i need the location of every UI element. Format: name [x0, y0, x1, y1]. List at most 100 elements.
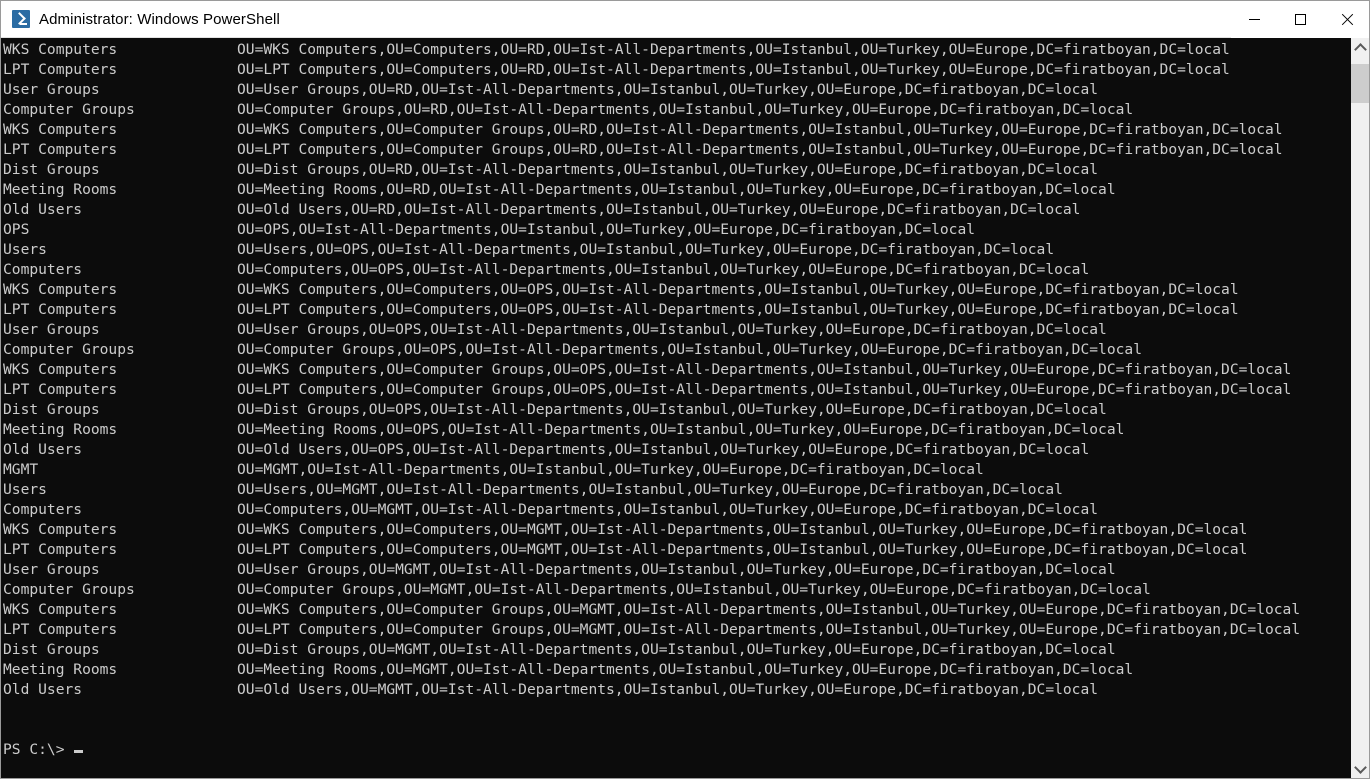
minimize-icon [1248, 18, 1260, 20]
console-line: Computer Groups OU=Computer Groups,OU=MGM… [3, 580, 1350, 600]
console-line: User Groups OU=User Groups,OU=MGMT,OU=Ist… [3, 560, 1350, 580]
console-line: Computer Groups OU=Computer Groups,OU=RD,… [3, 100, 1350, 120]
distinguished-name-cell: OU=LPT Computers,OU=Computer Groups,OU=M… [237, 621, 1301, 638]
ou-name-cell: Computer Groups [3, 101, 135, 118]
distinguished-name-cell: OU=Dist Groups,OU=RD,OU=Ist-All-Departme… [237, 161, 1099, 178]
ou-name-cell: LPT Computers [3, 381, 118, 398]
console-line: LPT Computers OU=LPT Computers,OU=Compute… [3, 300, 1350, 320]
powershell-icon [12, 10, 30, 28]
distinguished-name-cell: OU=Dist Groups,OU=OPS,OU=Ist-All-Departm… [237, 401, 1107, 418]
console-line: WKS Computers OU=WKS Computers,OU=Compute… [3, 280, 1350, 300]
console-line: LPT Computers OU=LPT Computers,OU=Compute… [3, 140, 1350, 160]
distinguished-name-cell: OU=User Groups,OU=MGMT,OU=Ist-All-Depart… [237, 561, 1116, 578]
ou-name-cell: Users [3, 241, 47, 258]
scroll-down-button[interactable] [1351, 760, 1369, 778]
distinguished-name-cell: OU=WKS Computers,OU=Computers,OU=MGMT,OU… [237, 521, 1248, 538]
console-line: Old Users OU=Old Users,OU=RD,OU=Ist-All-D… [3, 200, 1350, 220]
ou-name-cell: LPT Computers [3, 301, 118, 318]
powershell-window: Administrator: Windows PowerShell WKS Co… [0, 0, 1370, 779]
distinguished-name-cell: OU=WKS Computers,OU=Computer Groups,OU=M… [237, 601, 1301, 618]
console-line: Meeting Rooms OU=Meeting Rooms,OU=RD,OU=I… [3, 180, 1350, 200]
console-line: OPS OU=OPS,OU=Ist-All-Departments,OU=Ista… [3, 220, 1350, 240]
distinguished-name-cell: OU=Computer Groups,OU=MGMT,OU=Ist-All-De… [237, 581, 1151, 598]
ou-name-cell: Old Users [3, 201, 83, 218]
vertical-scrollbar[interactable] [1350, 38, 1369, 778]
distinguished-name-cell: OU=Meeting Rooms,OU=OPS,OU=Ist-All-Depar… [237, 421, 1125, 438]
console-prompt-line[interactable]: PS C:\> [3, 740, 1350, 760]
distinguished-name-cell: OU=Users,OU=MGMT,OU=Ist-All-Departments,… [237, 481, 1063, 498]
ou-name-cell: Computers [3, 261, 83, 278]
title-bar[interactable]: Administrator: Windows PowerShell [1, 1, 1369, 38]
ou-name-cell: WKS Computers [3, 601, 118, 618]
chevron-down-icon [1353, 760, 1367, 774]
distinguished-name-cell: OU=User Groups,OU=OPS,OU=Ist-All-Departm… [237, 321, 1107, 338]
distinguished-name-cell: OU=Users,OU=OPS,OU=Ist-All-Departments,O… [237, 241, 1055, 258]
ou-name-cell: LPT Computers [3, 141, 118, 158]
ou-name-cell: WKS Computers [3, 121, 118, 138]
distinguished-name-cell: OU=LPT Computers,OU=Computer Groups,OU=R… [237, 141, 1283, 158]
window-controls [1231, 1, 1369, 38]
distinguished-name-cell: OU=WKS Computers,OU=Computers,OU=RD,OU=I… [237, 41, 1230, 58]
distinguished-name-cell: OU=LPT Computers,OU=Computers,OU=RD,OU=I… [237, 61, 1230, 78]
console-line: Users OU=Users,OU=OPS,OU=Ist-All-Departme… [3, 240, 1350, 260]
ou-name-cell: User Groups [3, 81, 100, 98]
console-area: WKS Computers OU=WKS Computers,OU=Compute… [1, 38, 1369, 778]
distinguished-name-cell: OU=Old Users,OU=RD,OU=Ist-All-Department… [237, 201, 1081, 218]
text-cursor [74, 750, 84, 753]
distinguished-name-cell: OU=Computers,OU=MGMT,OU=Ist-All-Departme… [237, 501, 1099, 518]
console-line: MGMT OU=MGMT,OU=Ist-All-Departments,OU=Is… [3, 460, 1350, 480]
maximize-button[interactable] [1277, 1, 1323, 38]
close-button[interactable] [1323, 1, 1369, 38]
ou-name-cell: Old Users [3, 441, 83, 458]
ou-name-cell: Users [3, 481, 47, 498]
close-icon [1340, 13, 1353, 26]
console-line: WKS Computers OU=WKS Computers,OU=Compute… [3, 120, 1350, 140]
distinguished-name-cell: OU=Computers,OU=OPS,OU=Ist-All-Departmen… [237, 261, 1090, 278]
scrollbar-track[interactable] [1351, 56, 1369, 760]
distinguished-name-cell: OU=WKS Computers,OU=Computer Groups,OU=R… [237, 121, 1283, 138]
console-output[interactable]: WKS Computers OU=WKS Computers,OU=Compute… [1, 38, 1350, 778]
distinguished-name-cell: OU=OPS,OU=Ist-All-Departments,OU=Istanbu… [237, 221, 976, 238]
distinguished-name-cell: OU=LPT Computers,OU=Computers,OU=MGMT,OU… [237, 541, 1248, 558]
ou-name-cell: WKS Computers [3, 361, 118, 378]
console-line: WKS Computers OU=WKS Computers,OU=Compute… [3, 40, 1350, 60]
console-line: LPT Computers OU=LPT Computers,OU=Compute… [3, 60, 1350, 80]
distinguished-name-cell: OU=Old Users,OU=OPS,OU=Ist-All-Departmen… [237, 441, 1090, 458]
ou-name-cell: LPT Computers [3, 541, 118, 558]
ou-name-cell: OPS [3, 221, 30, 238]
console-line: Old Users OU=Old Users,OU=OPS,OU=Ist-All-… [3, 440, 1350, 460]
ou-name-cell: WKS Computers [3, 281, 118, 298]
distinguished-name-cell: OU=WKS Computers,OU=Computers,OU=OPS,OU=… [237, 281, 1239, 298]
console-line: Meeting Rooms OU=Meeting Rooms,OU=OPS,OU=… [3, 420, 1350, 440]
ou-name-cell: Computer Groups [3, 581, 135, 598]
minimize-button[interactable] [1231, 1, 1277, 38]
scrollbar-thumb[interactable] [1351, 64, 1369, 103]
ou-name-cell: Old Users [3, 681, 83, 698]
distinguished-name-cell: OU=LPT Computers,OU=Computers,OU=OPS,OU=… [237, 301, 1239, 318]
ou-name-cell: User Groups [3, 321, 100, 338]
ou-name-cell: LPT Computers [3, 621, 118, 638]
console-line: User Groups OU=User Groups,OU=RD,OU=Ist-A… [3, 80, 1350, 100]
maximize-icon [1294, 13, 1306, 25]
console-line: Old Users OU=Old Users,OU=MGMT,OU=Ist-All… [3, 680, 1350, 700]
ou-name-cell: Dist Groups [3, 161, 100, 178]
window-title: Administrator: Windows PowerShell [39, 10, 280, 28]
distinguished-name-cell: OU=WKS Computers,OU=Computer Groups,OU=O… [237, 361, 1292, 378]
chevron-up-icon [1353, 42, 1367, 56]
distinguished-name-cell: OU=MGMT,OU=Ist-All-Departments,OU=Istanb… [237, 461, 984, 478]
prompt-text: PS C:\> [3, 741, 74, 758]
console-line: Computers OU=Computers,OU=MGMT,OU=Ist-All… [3, 500, 1350, 520]
distinguished-name-cell: OU=Dist Groups,OU=MGMT,OU=Ist-All-Depart… [237, 641, 1116, 658]
console-line: LPT Computers OU=LPT Computers,OU=Compute… [3, 540, 1350, 560]
ou-name-cell: WKS Computers [3, 521, 118, 538]
distinguished-name-cell: OU=Old Users,OU=MGMT,OU=Ist-All-Departme… [237, 681, 1099, 698]
console-line: Users OU=Users,OU=MGMT,OU=Ist-All-Departm… [3, 480, 1350, 500]
distinguished-name-cell: OU=Meeting Rooms,OU=MGMT,OU=Ist-All-Depa… [237, 661, 1134, 678]
ou-name-cell: Dist Groups [3, 401, 100, 418]
scroll-up-button[interactable] [1351, 38, 1369, 56]
console-line: Dist Groups OU=Dist Groups,OU=RD,OU=Ist-A… [3, 160, 1350, 180]
ou-name-cell: Dist Groups [3, 641, 100, 658]
distinguished-name-cell: OU=Computer Groups,OU=RD,OU=Ist-All-Depa… [237, 101, 1134, 118]
